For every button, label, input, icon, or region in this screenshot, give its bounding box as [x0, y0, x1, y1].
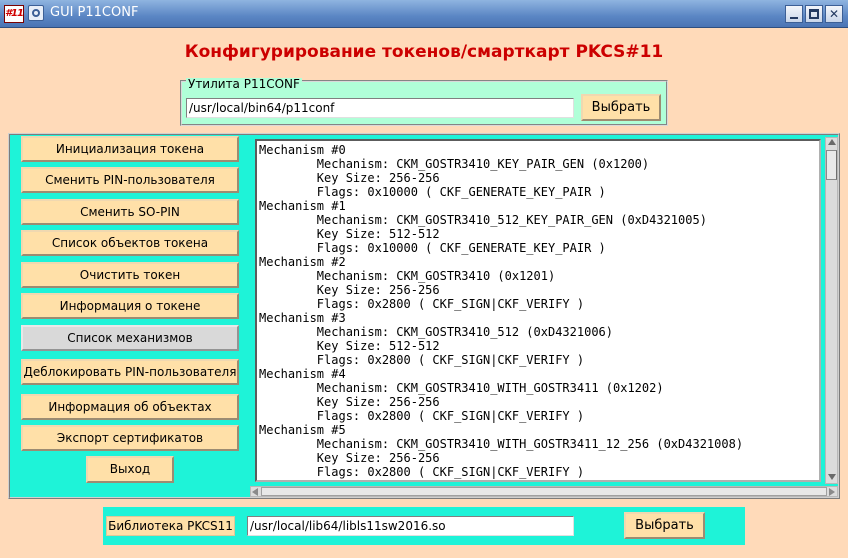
utility-path-input[interactable]: /usr/local/bin64/p11conf: [186, 98, 574, 118]
utility-frame-legend: Утилита P11CONF: [186, 77, 302, 91]
token-info-button[interactable]: Информация о токене: [21, 293, 239, 319]
library-browse-button[interactable]: Выбрать: [624, 512, 705, 539]
maximize-button[interactable]: [805, 5, 823, 23]
objects-info-button[interactable]: Информация об объектах: [21, 394, 239, 420]
scroll-down-arrow-icon[interactable]: [828, 474, 836, 480]
vertical-scroll-thumb[interactable]: [826, 150, 837, 180]
exit-button[interactable]: Выход: [86, 456, 174, 483]
library-label: Библиотека PKCS11: [106, 516, 235, 536]
close-button[interactable]: ✕: [825, 5, 843, 23]
mechanisms-list-button[interactable]: Список механизмов: [21, 325, 239, 351]
app-logo-icon: #11: [4, 5, 24, 23]
token-objects-list-button[interactable]: Список объектов токена: [21, 230, 239, 256]
mechanisms-output-text: Mechanism #0 Mechanism: CKM_GOSTR3410_KE…: [259, 143, 744, 479]
window-titlebar[interactable]: #11 GUI P11CONF ✕: [0, 0, 848, 28]
unblock-user-pin-button[interactable]: Деблокировать PIN-пользователя: [21, 359, 239, 385]
init-token-button[interactable]: Инициализация токена: [21, 136, 239, 162]
vertical-scrollbar[interactable]: [825, 137, 838, 484]
scroll-right-arrow-icon[interactable]: [829, 488, 835, 496]
export-certificates-button[interactable]: Экспорт сертификатов: [21, 425, 239, 451]
clear-token-button[interactable]: Очистить токен: [21, 262, 239, 288]
minimize-button[interactable]: [785, 5, 803, 23]
page-title: Конфигурирование токенов/смарткарт PKCS#…: [184, 42, 664, 62]
library-path-input[interactable]: /usr/local/lib64/libls11sw2016.so: [247, 516, 574, 536]
scroll-left-arrow-icon[interactable]: [252, 488, 258, 496]
utility-browse-button[interactable]: Выбрать: [581, 94, 661, 121]
mechanisms-output-textarea[interactable]: Mechanism #0 Mechanism: CKM_GOSTR3410_KE…: [255, 139, 821, 482]
horizontal-scroll-thumb[interactable]: [261, 487, 827, 496]
window-title: GUI P11CONF: [50, 5, 139, 20]
scroll-up-arrow-icon[interactable]: [828, 139, 836, 145]
window-menu-icon[interactable]: [28, 5, 44, 21]
change-so-pin-button[interactable]: Сменить SO-PIN: [21, 199, 239, 225]
change-user-pin-button[interactable]: Сменить PIN-пользователя: [21, 167, 239, 193]
